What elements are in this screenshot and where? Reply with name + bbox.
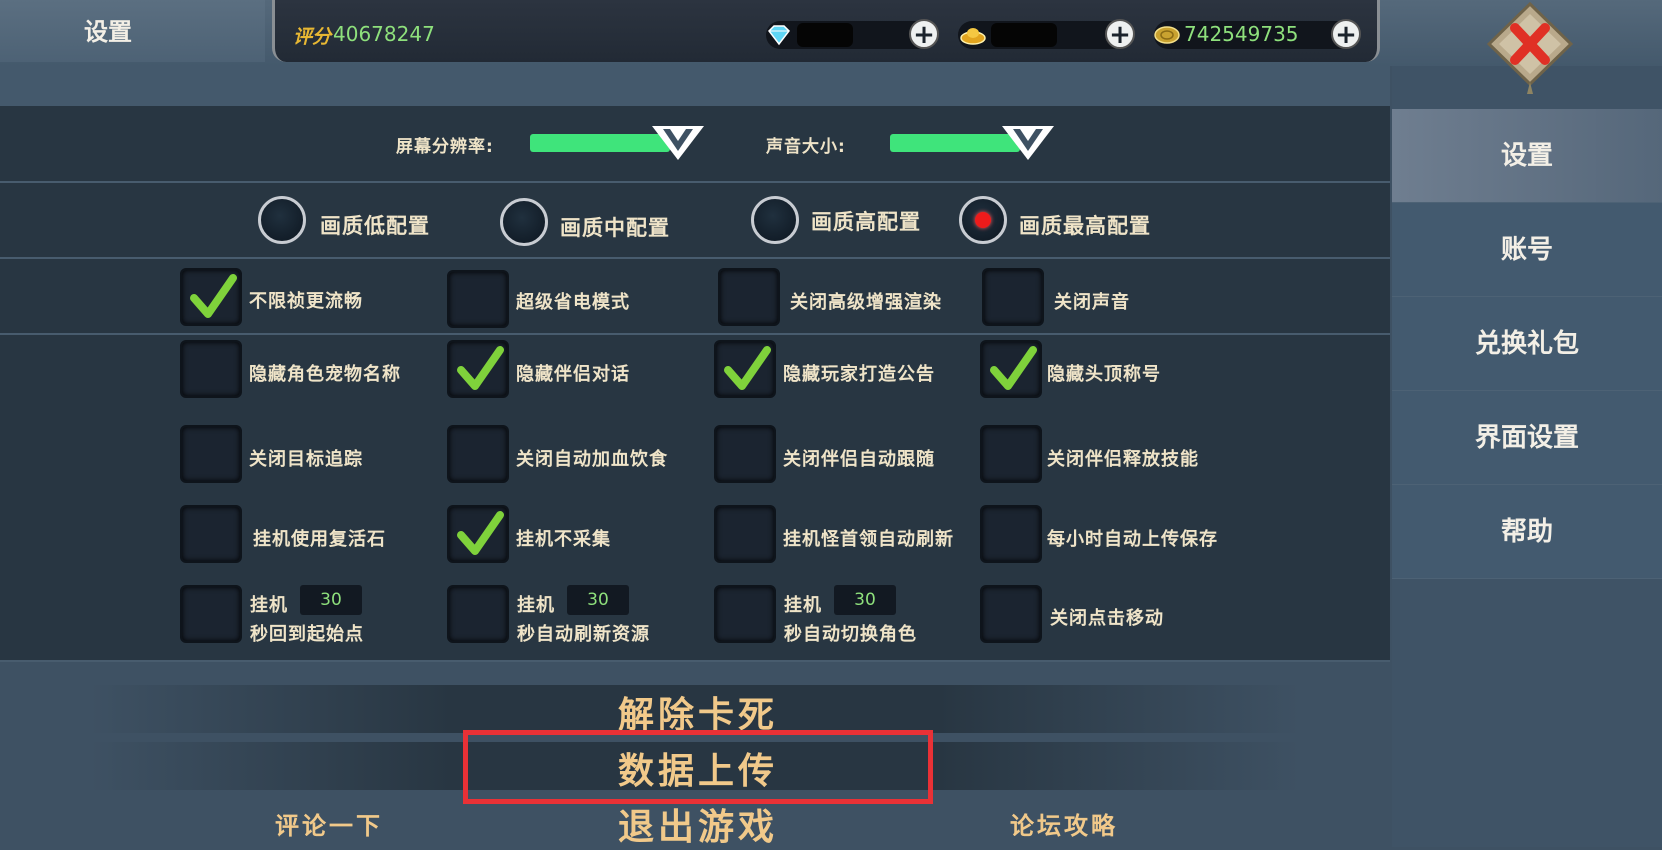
afk-return-start-label: 秒回到起始点: [250, 624, 364, 645]
radio-selected-dot: [975, 212, 991, 228]
sidebar-item-ui-settings[interactable]: 界面设置: [1392, 391, 1662, 485]
redacted-value: [991, 23, 1057, 47]
afk-return-seconds-input[interactable]: 30: [300, 585, 362, 615]
afk-refresh-resources-label: 秒自动刷新资源: [517, 624, 650, 645]
sidebar-item-help[interactable]: 帮助: [1392, 485, 1662, 579]
disable-partner-skills-label: 关闭伴侣释放技能: [1047, 449, 1199, 470]
power-save-checkbox[interactable]: [447, 270, 509, 328]
hourly-upload-label: 每小时自动上传保存: [1047, 529, 1218, 550]
disable-target-tracking-label: 关闭目标追踪: [249, 449, 363, 470]
page-title: 设置: [84, 18, 132, 46]
quality-low-label: 画质低配置: [320, 214, 430, 238]
disable-click-move-label: 关闭点击移动: [1050, 608, 1164, 629]
divider: [0, 257, 1390, 259]
quality-highest-label: 画质最高配置: [1019, 214, 1151, 238]
hide-craft-announcement-label: 隐藏玩家打造公告: [783, 364, 935, 385]
disable-click-move-checkbox[interactable]: [980, 585, 1042, 643]
checkmark-icon: [990, 346, 1037, 390]
add-gold-button[interactable]: +: [1331, 19, 1361, 50]
redacted-value: [797, 23, 853, 47]
exit-game-button[interactable]: 退出游戏: [463, 798, 933, 850]
highlight-box: [463, 730, 933, 804]
afk-refresh-seconds-input[interactable]: 30: [567, 585, 629, 615]
disable-auto-heal-checkbox[interactable]: [447, 425, 509, 483]
comment-button[interactable]: 评论一下: [275, 806, 383, 841]
afk-prefix-label: 挂机: [784, 595, 822, 616]
quality-low-radio[interactable]: [258, 196, 306, 244]
disable-enhanced-render-checkbox[interactable]: [718, 268, 780, 326]
resolution-slider[interactable]: [530, 134, 670, 152]
hide-title-checkbox[interactable]: [980, 340, 1042, 398]
close-button[interactable]: [1487, 2, 1573, 96]
hide-pet-names-checkbox[interactable]: [180, 340, 242, 398]
add-ingot-button[interactable]: +: [1105, 19, 1135, 50]
panel-header-strip: [0, 66, 1390, 106]
divider: [0, 181, 1390, 183]
checkmark-icon: [457, 346, 504, 390]
hourly-upload-checkbox[interactable]: [980, 505, 1042, 563]
quality-highest-radio[interactable]: [959, 196, 1007, 244]
unlimited-fps-label: 不限祯更流畅: [249, 291, 363, 312]
quality-high-radio[interactable]: [751, 196, 799, 244]
checkmark-icon: [724, 346, 771, 390]
mute-sound-label: 关闭声音: [1054, 292, 1130, 313]
afk-boss-refresh-label: 挂机怪首领自动刷新: [783, 529, 954, 550]
diamond-icon: [768, 25, 790, 46]
volume-slider-handle[interactable]: [1000, 124, 1056, 162]
power-save-label: 超级省电模式: [516, 292, 630, 313]
score-label: 评分: [293, 26, 332, 48]
resolution-label: 屏幕分辨率:: [396, 137, 494, 157]
hide-pet-names-label: 隐藏角色宠物名称: [249, 364, 401, 385]
unlimited-fps-checkbox[interactable]: [180, 268, 242, 326]
sidebar-item-account[interactable]: 账号: [1392, 203, 1662, 297]
afk-no-gather-checkbox[interactable]: [447, 505, 509, 563]
afk-revive-stone-label: 挂机使用复活石: [253, 529, 386, 550]
hide-partner-dialog-checkbox[interactable]: [447, 340, 509, 398]
afk-no-gather-label: 挂机不采集: [516, 529, 611, 550]
gold-value: 742549735: [1184, 22, 1299, 46]
title-area: [0, 0, 265, 62]
afk-switch-character-checkbox[interactable]: [714, 585, 776, 643]
afk-prefix-label: 挂机: [250, 595, 288, 616]
afk-revive-stone-checkbox[interactable]: [180, 505, 242, 563]
score-value: 40678247: [333, 22, 435, 46]
coin-icon: [1154, 26, 1180, 44]
divider: [0, 333, 1390, 335]
mute-sound-checkbox[interactable]: [982, 268, 1044, 326]
resolution-slider-handle[interactable]: [650, 124, 706, 162]
sidebar-item-redeem-gift[interactable]: 兑换礼包: [1392, 297, 1662, 391]
checkmark-icon: [457, 511, 504, 555]
disable-auto-heal-label: 关闭自动加血饮食: [516, 449, 668, 470]
afk-switch-seconds-input[interactable]: 30: [834, 585, 896, 615]
afk-switch-character-label: 秒自动切换角色: [784, 624, 917, 645]
volume-label: 声音大小:: [766, 137, 846, 157]
disable-partner-follow-label: 关闭伴侣自动跟随: [783, 449, 935, 470]
forum-guide-button[interactable]: 论坛攻略: [1010, 806, 1118, 841]
disable-partner-follow-checkbox[interactable]: [714, 425, 776, 483]
quality-high-label: 画质高配置: [811, 210, 921, 234]
sidebar-item-settings[interactable]: 设置: [1392, 109, 1662, 203]
divider: [0, 660, 1390, 662]
afk-return-start-checkbox[interactable]: [180, 585, 242, 643]
quality-medium-radio[interactable]: [500, 198, 548, 246]
disable-target-tracking-checkbox[interactable]: [180, 425, 242, 483]
quality-medium-label: 画质中配置: [560, 216, 670, 240]
afk-boss-refresh-checkbox[interactable]: [714, 505, 776, 563]
checkmark-icon: [190, 274, 237, 318]
afk-refresh-resources-checkbox[interactable]: [447, 585, 509, 643]
hide-craft-announcement-checkbox[interactable]: [714, 340, 776, 398]
disable-partner-skills-checkbox[interactable]: [980, 425, 1042, 483]
afk-prefix-label: 挂机: [517, 595, 555, 616]
hide-partner-dialog-label: 隐藏伴侣对话: [516, 364, 630, 385]
disable-enhanced-render-label: 关闭高级增强渲染: [790, 292, 942, 313]
hide-title-label: 隐藏头顶称号: [1047, 364, 1161, 385]
gold-ingot-icon: [960, 28, 986, 45]
add-diamond-button[interactable]: +: [909, 19, 939, 50]
